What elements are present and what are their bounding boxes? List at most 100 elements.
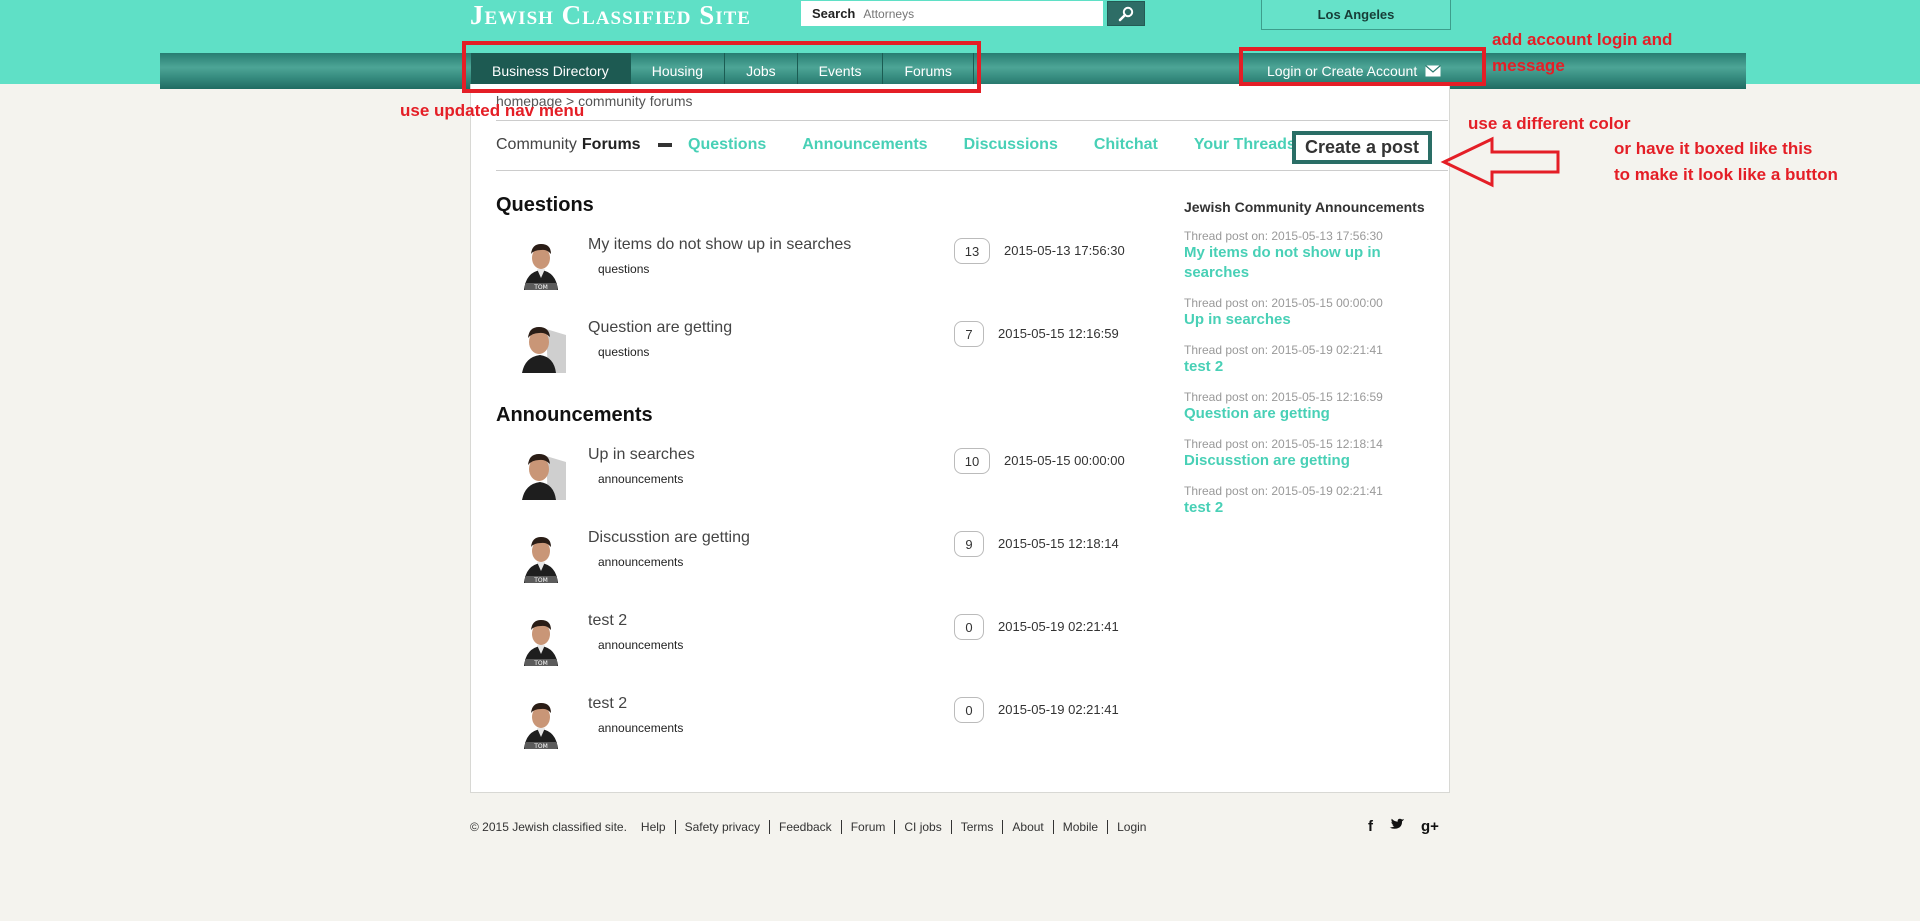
copyright: © 2015 Jewish classified site. — [470, 820, 627, 834]
svg-text:TOM: TOM — [533, 660, 548, 666]
thread-category[interactable]: announcements — [598, 472, 683, 486]
footer-link-help[interactable]: Help — [632, 820, 676, 834]
forum-title-prefix: Community — [496, 136, 577, 153]
thread-category[interactable]: announcements — [598, 555, 683, 569]
social-links: f g+ — [1368, 818, 1439, 835]
twitter-icon[interactable] — [1389, 818, 1405, 832]
sidebar-item-link[interactable]: test 2 — [1184, 357, 1444, 377]
thread-row[interactable]: TOM test 2 announcements 0 2015-05-19 02… — [496, 612, 1136, 674]
google-plus-icon[interactable]: g+ — [1421, 818, 1439, 835]
thread-title[interactable]: My items do not show up in searches — [588, 236, 851, 254]
annotation-nav-note: use updated nav menu — [400, 101, 585, 120]
tab-chitchat[interactable]: Chitchat — [1094, 136, 1158, 154]
sidebar-item-link[interactable]: Question are getting — [1184, 404, 1444, 424]
search-box: Search — [801, 1, 1103, 26]
tab-questions[interactable]: Questions — [688, 136, 766, 154]
reply-count-badge: 7 — [954, 321, 984, 347]
avatar: TOM — [516, 614, 566, 666]
annotation-box-login — [1239, 47, 1486, 86]
site-logo[interactable]: Jewish Classified Site — [470, 0, 751, 31]
facebook-icon[interactable]: f — [1368, 818, 1373, 835]
sidebar-item: Thread post on: 2015-05-19 02:21:41 test… — [1184, 484, 1444, 518]
footer-link-mobile[interactable]: Mobile — [1054, 820, 1109, 834]
footer-link-about[interactable]: About — [1003, 820, 1054, 834]
thread-row[interactable]: Up in searches announcements 10 2015-05-… — [496, 446, 1136, 508]
sidebar-item-meta: Thread post on: 2015-05-15 12:18:14 — [1184, 437, 1383, 451]
forum-title-bold: Forums — [581, 136, 641, 153]
search-button[interactable] — [1107, 1, 1145, 26]
thread-category[interactable]: announcements — [598, 638, 683, 652]
location-selector[interactable]: Los Angeles — [1261, 0, 1451, 30]
sidebar-item-link[interactable]: Discusstion are getting — [1184, 451, 1444, 471]
sidebar-item: Thread post on: 2015-05-15 00:00:00 Up i… — [1184, 296, 1444, 330]
search-label: Search — [812, 6, 856, 21]
thread-title[interactable]: test 2 — [588, 612, 627, 630]
sidebar-item: Thread post on: 2015-05-15 12:16:59 Ques… — [1184, 390, 1444, 424]
reply-count-badge: 0 — [954, 697, 984, 723]
footer-link-terms[interactable]: Terms — [952, 820, 1004, 834]
reply-count-badge: 10 — [954, 448, 990, 474]
annotation-arrow-icon — [1440, 136, 1560, 188]
annotation-login-note-line1: add account login and — [1492, 30, 1673, 49]
sidebar-item-link[interactable]: test 2 — [1184, 498, 1444, 518]
thread-title[interactable]: Question are getting — [588, 319, 732, 337]
annotation-box-note-line2: to make it look like a button — [1614, 165, 1838, 184]
sidebar-item-link[interactable]: My items do not show up in searches — [1184, 243, 1444, 283]
annotation-color-note: use a different color — [1468, 114, 1631, 133]
thread-row[interactable]: TOM My items do not show up in searches … — [496, 236, 1136, 298]
thread-timestamp: 2015-05-19 02:21:41 — [998, 702, 1119, 717]
footer-link-safety-privacy[interactable]: Safety privacy — [676, 820, 770, 834]
footer-link-ci-jobs[interactable]: CI jobs — [895, 820, 952, 834]
thread-row[interactable]: Question are getting questions 7 2015-05… — [496, 319, 1136, 381]
thread-timestamp: 2015-05-13 17:56:30 — [1004, 243, 1125, 258]
svg-text:TOM: TOM — [533, 284, 548, 290]
footer-link-login[interactable]: Login — [1108, 820, 1155, 834]
thread-category[interactable]: announcements — [598, 721, 683, 735]
sidebar-item: Thread post on: 2015-05-19 02:21:41 test… — [1184, 343, 1444, 377]
sidebar-item-meta: Thread post on: 2015-05-13 17:56:30 — [1184, 229, 1383, 243]
tab-your-threads[interactable]: Your Threads — [1194, 136, 1296, 154]
sidebar-heading: Jewish Community Announcements — [1184, 199, 1425, 215]
thread-row[interactable]: TOM Discusstion are getting announcement… — [496, 529, 1136, 591]
divider — [496, 120, 1448, 121]
reply-count-badge: 9 — [954, 531, 984, 557]
sidebar-item: Thread post on: 2015-05-13 17:56:30 My i… — [1184, 229, 1444, 283]
thread-category[interactable]: questions — [598, 262, 649, 276]
avatar: TOM — [516, 238, 566, 290]
annotation-box-note-line1: or have it boxed like this — [1614, 139, 1813, 158]
thread-timestamp: 2015-05-15 12:16:59 — [998, 326, 1119, 341]
footer: © 2015 Jewish classified site. Help Safe… — [470, 820, 1155, 834]
thread-timestamp: 2015-05-19 02:21:41 — [998, 619, 1119, 634]
reply-count-badge: 0 — [954, 614, 984, 640]
sidebar-item-meta: Thread post on: 2015-05-15 12:16:59 — [1184, 390, 1383, 404]
tab-announcements[interactable]: Announcements — [802, 136, 927, 154]
avatar: TOM — [516, 697, 566, 749]
thread-title[interactable]: Up in searches — [588, 446, 695, 464]
footer-link-forum[interactable]: Forum — [842, 820, 896, 834]
svg-text:TOM: TOM — [533, 743, 548, 749]
announcements-sidebar: Jewish Community Announcements Thread po… — [1184, 199, 1444, 531]
collapse-icon[interactable] — [657, 143, 672, 147]
sidebar-item-meta: Thread post on: 2015-05-19 02:21:41 — [1184, 343, 1383, 357]
annotation-login-note-line2: message — [1492, 56, 1565, 75]
thread-title[interactable]: test 2 — [588, 695, 627, 713]
sidebar-item-link[interactable]: Up in searches — [1184, 310, 1444, 330]
divider — [496, 170, 1448, 171]
forum-tabs: Questions Announcements Discussions Chit… — [688, 136, 1332, 154]
thread-row[interactable]: TOM test 2 announcements 0 2015-05-19 02… — [496, 695, 1136, 757]
annotation-box-nav — [462, 41, 981, 93]
search-input[interactable] — [863, 6, 1084, 21]
reply-count-badge: 13 — [954, 238, 990, 264]
thread-title[interactable]: Discusstion are getting — [588, 529, 750, 547]
svg-text:TOM: TOM — [533, 577, 548, 583]
avatar — [516, 448, 566, 500]
thread-timestamp: 2015-05-15 00:00:00 — [1004, 453, 1125, 468]
tab-discussions[interactable]: Discussions — [964, 136, 1058, 154]
sidebar-item-meta: Thread post on: 2015-05-19 02:21:41 — [1184, 484, 1383, 498]
create-post-button[interactable]: Create a post — [1292, 131, 1432, 164]
thread-category[interactable]: questions — [598, 345, 649, 359]
avatar — [516, 321, 566, 373]
section-heading-questions: Questions — [496, 194, 594, 216]
footer-link-feedback[interactable]: Feedback — [770, 820, 842, 834]
forum-title: Community Forums — [496, 136, 672, 154]
